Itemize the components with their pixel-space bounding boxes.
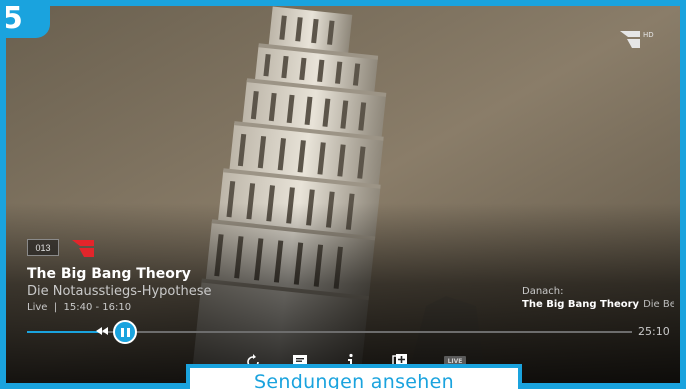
next-program-episode: Die Bes... [643,299,674,310]
pause-button[interactable] [113,320,137,344]
next-label: Danach: [522,286,564,297]
progress-fill [27,331,100,333]
broadcast-time: Live | 15:40 - 16:10 [27,302,132,313]
program-title: The Big Bang Theory [27,266,191,282]
blue-frame: 5 HD 013 The Big Bang Theory Die Notauss… [0,0,686,389]
duration-time: 25:10 [638,325,670,338]
pause-icon [120,327,124,337]
episode-title: Die Notausstiegs-Hypothese [27,284,212,299]
hd-label: HD [643,31,654,39]
next-program-title: The Big Bang Theory [522,299,640,310]
rewind-icon[interactable] [95,325,109,337]
tv-player-screen: 5 HD 013 The Big Bang Theory Die Notauss… [6,6,680,383]
watch-shows-button[interactable]: Sendungen ansehen [186,364,522,389]
pause-icon-bar [126,327,130,337]
step-number-badge: 5 [6,6,50,38]
next-program: The Big Bang TheoryDie Bes... [522,299,674,310]
channel-logo-icon [72,240,94,257]
channel-number: 013 [27,239,59,256]
channel-hd-logo-icon: HD [620,31,654,48]
